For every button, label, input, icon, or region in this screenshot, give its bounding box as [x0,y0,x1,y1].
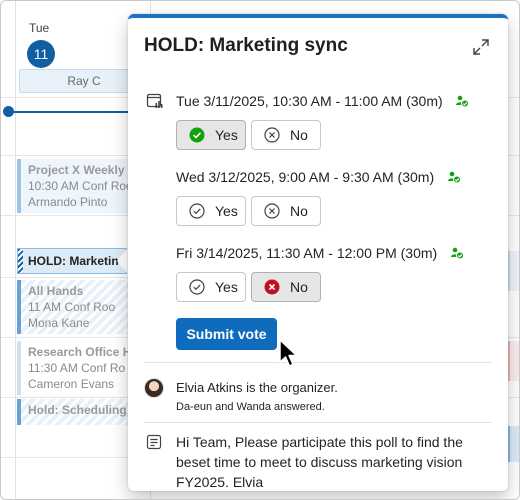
slot-time: Wed 3/12/2025, 9:00 AM - 9:30 AM (30m) [176,169,435,185]
yes-button[interactable]: Yes [176,196,246,226]
calendar-event-project-x[interactable]: Project X Weekly s 10:30 AM Conf Roo Arm… [17,159,145,213]
calendar-event-hold-scheduling[interactable]: Hold: Scheduling F [17,399,129,425]
event-person: Mona Kane [28,316,90,330]
vote-row-3: Yes No [176,272,321,302]
notes-icon [146,434,162,450]
grid-line [15,1,16,499]
no-button[interactable]: No [251,196,321,226]
yes-label: Yes [215,279,238,295]
event-location: 11:30 AM Conf Ro [28,361,126,375]
no-label: No [290,127,308,143]
date-badge[interactable]: 11 [27,40,55,68]
x-circle-filled-icon [264,279,280,295]
yes-button[interactable]: Yes [176,272,246,302]
popup-title: HOLD: Marketing sync [144,35,348,56]
event-title: All Hands [28,284,84,298]
current-time-line [9,111,129,113]
calendar-event-partial[interactable] [507,341,519,381]
yes-button[interactable]: Yes [176,120,246,150]
event-stripe [18,249,23,273]
poll-calendar-icon [146,93,163,108]
x-circle-icon [264,127,280,143]
poll-slot-2: Wed 3/12/2025, 9:00 AM - 9:30 AM (30m) [176,169,461,187]
event-person: Cameron Evans [28,377,115,391]
attendee-accepted-icon [447,171,461,184]
avatar[interactable] [144,378,164,398]
answered-text: Da-eun and Wanda answered. [176,401,325,413]
yes-label: Yes [215,203,238,219]
calendar-event-all-hands[interactable]: All Hands 11 AM Conf Roo Mona Kane [17,280,129,334]
event-title: HOLD: Marketin [28,254,119,268]
calendar-event-research-office[interactable]: Research Office Ho 11:30 AM Conf Ro Came… [17,341,129,395]
slot-time: Fri 3/14/2025, 11:30 AM - 12:00 PM (30m) [176,245,438,261]
calendar-event-partial[interactable] [507,426,519,462]
check-circle-icon [189,279,205,295]
attendee-accepted-icon [450,247,464,260]
expand-icon[interactable] [472,38,490,56]
event-notes: Hi Team, Please participate this poll to… [176,434,463,490]
calendar-event-hold-marketing[interactable]: HOLD: Marketin [17,248,127,274]
no-button[interactable]: No [251,120,321,150]
vote-row-1: Yes No [176,120,321,150]
organizer-text: Elvia Atkins is the organizer. [176,380,338,395]
check-circle-icon [189,203,205,219]
event-location: 11 AM Conf Roo [28,300,116,314]
mouse-cursor-icon [279,339,298,367]
divider [144,362,492,363]
divider [144,422,492,423]
poll-slot-1: Tue 3/11/2025, 10:30 AM - 11:00 AM (30m) [176,93,470,111]
event-title: Research Office Ho [28,345,129,359]
app-window: Tue 11 Ray C Project X Weekly s 10:30 AM… [0,0,520,500]
no-button[interactable]: No [251,272,321,302]
check-circle-filled-icon [189,127,205,143]
calendar-event-partial[interactable] [507,251,519,291]
x-circle-icon [264,203,280,219]
event-title: Hold: Scheduling F [28,403,129,417]
yes-label: Yes [215,127,238,143]
vote-row-2: Yes No [176,196,321,226]
no-label: No [290,279,308,295]
no-label: No [290,203,308,219]
day-label: Tue [29,21,50,35]
attendee-accepted-icon [456,95,470,108]
event-popup: HOLD: Marketing sync Tue 3/11/2025, 10:3… [128,14,508,491]
slot-time: Tue 3/11/2025, 10:30 AM - 11:00 AM (30m) [176,93,443,109]
submit-vote-button[interactable]: Submit vote [176,318,277,350]
poll-slot-3: Fri 3/14/2025, 11:30 AM - 12:00 PM (30m) [176,245,464,263]
